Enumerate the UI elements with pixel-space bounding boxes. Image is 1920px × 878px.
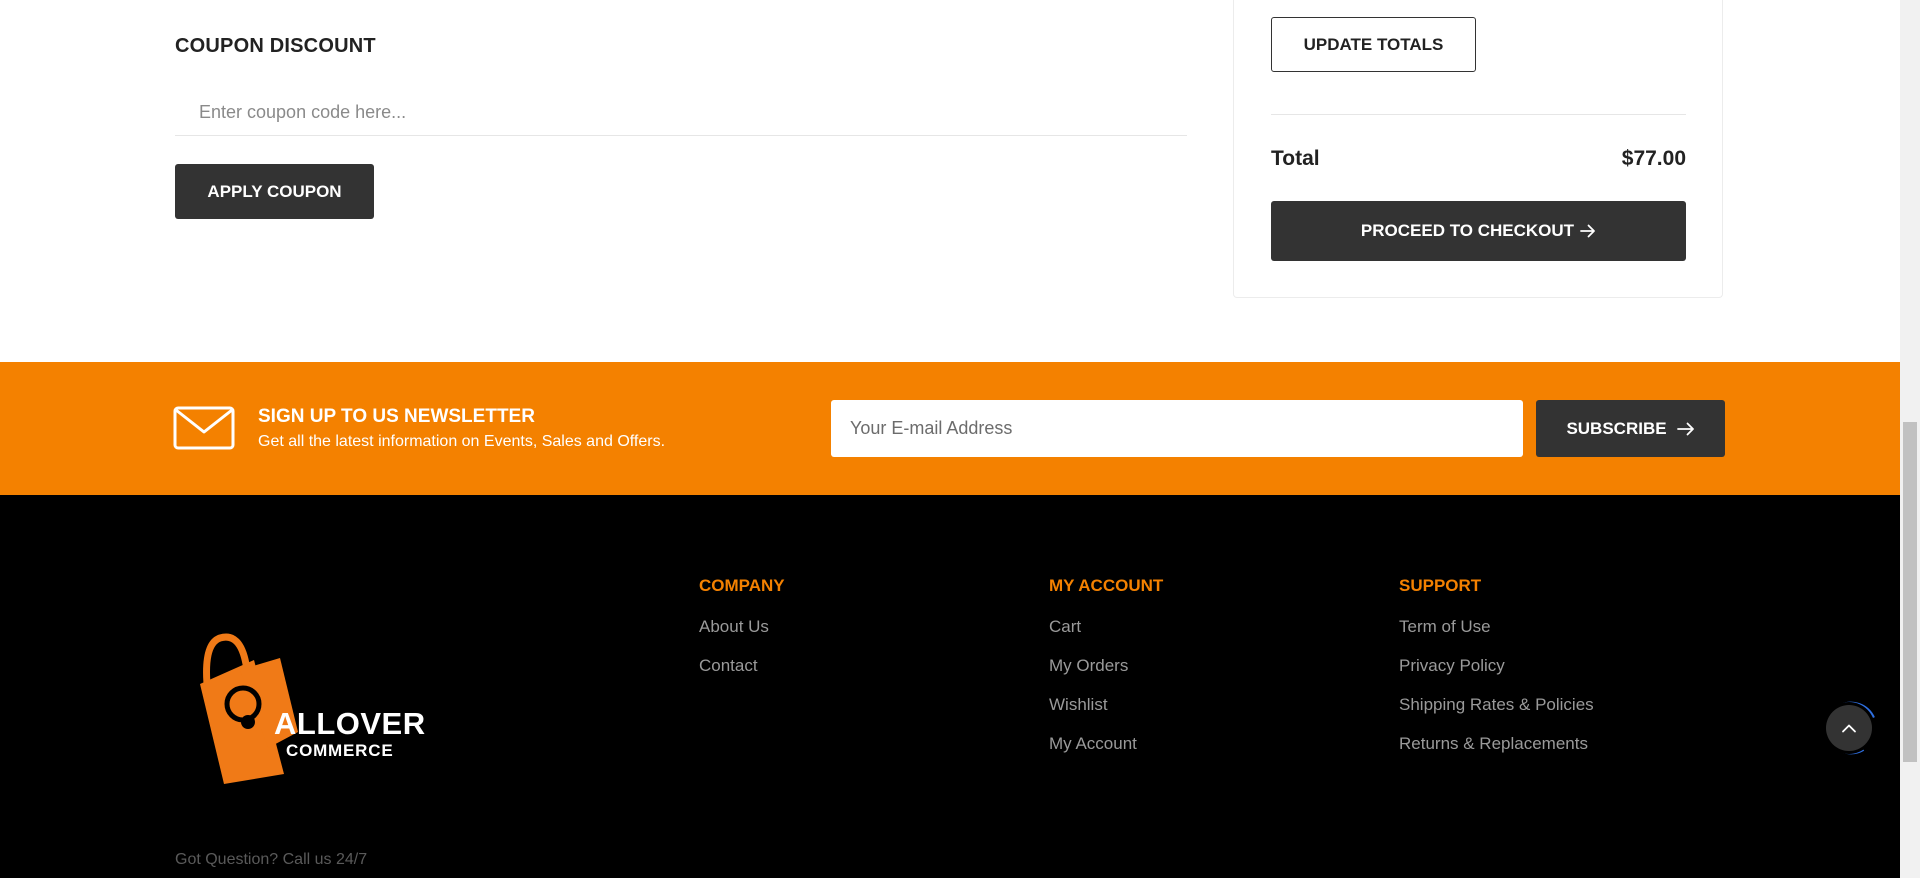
- coupon-code-input[interactable]: [175, 90, 1187, 136]
- footer-link-wishlist[interactable]: Wishlist: [1049, 695, 1163, 734]
- footer-link-contact[interactable]: Contact: [699, 656, 785, 695]
- total-label: Total: [1271, 147, 1320, 170]
- footer-column-support: SUPPORT Term of Use Privacy Policy Shipp…: [1399, 576, 1594, 773]
- newsletter-subtitle: Get all the latest information on Events…: [258, 433, 666, 450]
- footer-link-returns[interactable]: Returns & Replacements: [1399, 734, 1594, 773]
- footer-column-title: COMPANY: [699, 576, 785, 595]
- page-scrollbar[interactable]: [1900, 0, 1920, 878]
- footer: ALLOVER COMMERCE COMPANY About Us Contac…: [0, 495, 1900, 878]
- got-question-text: Got Question? Call us 24/7: [175, 851, 368, 868]
- footer-link-cart[interactable]: Cart: [1049, 617, 1163, 656]
- brand-logo[interactable]: ALLOVER COMMERCE: [188, 624, 428, 784]
- footer-column-company: COMPANY About Us Contact: [699, 576, 785, 695]
- subscribe-button[interactable]: SUBSCRIBE: [1536, 400, 1725, 457]
- footer-link-term-of-use[interactable]: Term of Use: [1399, 617, 1594, 656]
- apply-coupon-button[interactable]: APPLY COUPON: [175, 164, 374, 219]
- footer-link-shipping-rates[interactable]: Shipping Rates & Policies: [1399, 695, 1594, 734]
- proceed-to-checkout-button[interactable]: PROCEED TO CHECKOUT: [1271, 201, 1686, 261]
- footer-column-my-account: MY ACCOUNT Cart My Orders Wishlist My Ac…: [1049, 576, 1163, 773]
- coupon-title: COUPON DISCOUNT: [175, 35, 376, 57]
- footer-column-title: MY ACCOUNT: [1049, 576, 1164, 595]
- footer-link-my-account[interactable]: My Account: [1049, 734, 1163, 773]
- chevron-up-icon: [1842, 724, 1856, 733]
- back-to-top-button[interactable]: [1826, 705, 1872, 751]
- footer-link-my-orders[interactable]: My Orders: [1049, 656, 1163, 695]
- logo-word-commerce: COMMERCE: [286, 741, 394, 760]
- checkout-label: PROCEED TO CHECKOUT: [1360, 221, 1575, 240]
- page: COUPON DISCOUNT APPLY COUPON UPDATE TOTA…: [0, 0, 1900, 878]
- footer-link-about-us[interactable]: About Us: [699, 617, 785, 656]
- update-totals-button[interactable]: UPDATE TOTALS: [1271, 17, 1476, 72]
- newsletter-title: SIGN UP TO US NEWSLETTER: [258, 406, 535, 427]
- footer-link-privacy-policy[interactable]: Privacy Policy: [1399, 656, 1594, 695]
- total-value: $77.00: [1621, 147, 1686, 170]
- arrow-right-icon: [1676, 422, 1694, 435]
- newsletter-band: SIGN UP TO US NEWSLETTER Get all the lat…: [0, 362, 1900, 495]
- scrollbar-thumb[interactable]: [1903, 422, 1917, 762]
- arrow-right-icon: [1580, 224, 1595, 238]
- footer-column-title: SUPPORT: [1399, 576, 1482, 595]
- envelope-icon: [173, 406, 235, 450]
- subscribe-label: SUBSCRIBE: [1566, 418, 1667, 438]
- newsletter-email-input[interactable]: [831, 400, 1523, 457]
- totals-divider: [1271, 114, 1686, 115]
- logo-word-allover: ALLOVER: [274, 706, 426, 741]
